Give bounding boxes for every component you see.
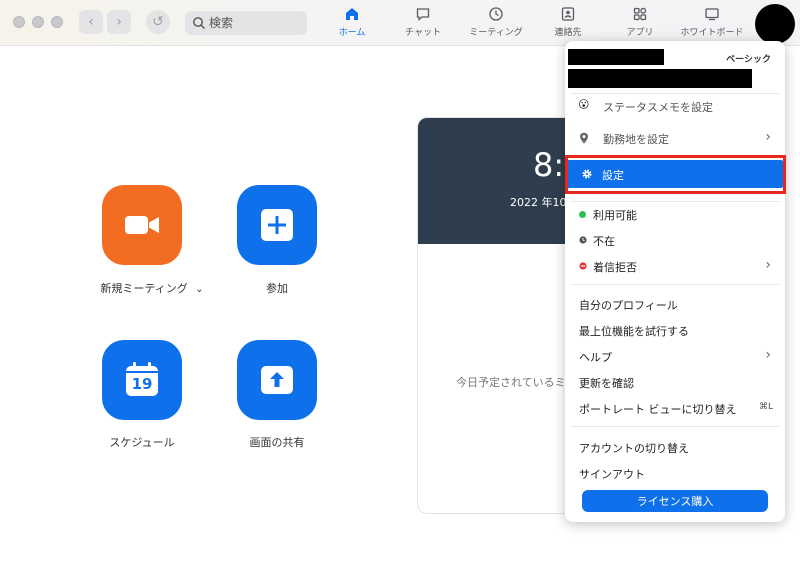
share-screen-icon	[261, 366, 293, 394]
chat-icon	[416, 8, 430, 21]
tab-home[interactable]: ホーム	[332, 6, 372, 42]
back-button[interactable]: ‹	[79, 10, 103, 34]
schedule-button[interactable]: 19	[102, 340, 182, 420]
current-time: 8:	[533, 146, 565, 184]
menu-label: サインアウト	[579, 468, 645, 481]
new-meeting-label[interactable]: 新規ミーティング ⌄	[96, 280, 208, 296]
menu-label: 更新を確認	[579, 377, 634, 390]
contacts-icon	[561, 7, 575, 21]
profile-menu: ベーシック 😮 ステータスメモを設定 勤務地を設定 › 設定 利用可能 不在 着…	[565, 41, 785, 522]
tab-label: アプリ	[626, 28, 654, 38]
tab-label: 連絡先	[554, 28, 582, 38]
zoom-window-button[interactable]	[51, 16, 63, 28]
menu-item-do-not-disturb[interactable]: 着信拒否 ›	[565, 253, 785, 279]
divider	[571, 426, 779, 427]
close-window-button[interactable]	[13, 16, 25, 28]
plus-icon	[261, 209, 293, 241]
share-screen-label: 画面の共有	[249, 436, 305, 449]
menu-item-away[interactable]: 不在	[565, 227, 785, 253]
menu-item-try-top-features[interactable]: 最上位機能を試行する	[565, 317, 785, 343]
menu-label: 不在	[593, 235, 615, 248]
redacted-name	[568, 49, 664, 65]
menu-item-help[interactable]: ヘルプ ›	[565, 343, 785, 369]
menu-item-portrait-view[interactable]: ポートレート ビューに切り替え ⌘L	[565, 395, 785, 421]
tab-chat[interactable]: チャット	[402, 6, 444, 42]
tab-whiteboard[interactable]: ホワイトボード	[676, 6, 748, 42]
menu-label: ステータスメモを設定	[603, 101, 713, 114]
toolbar: ‹ › ↺ ホーム チャット ミーティン	[0, 0, 800, 46]
divider	[571, 284, 779, 285]
home-icon	[346, 8, 358, 20]
tab-label: ホーム	[338, 28, 366, 38]
menu-label: 着信拒否	[593, 261, 637, 274]
no-meetings-text: 今日予定されているミ	[456, 376, 566, 389]
whiteboard-icon	[705, 8, 719, 21]
menu-item-check-updates[interactable]: 更新を確認	[565, 369, 785, 395]
forward-button[interactable]: ›	[107, 10, 131, 34]
keyboard-shortcut: ⌘L	[758, 402, 773, 412]
plan-label: ベーシック	[726, 55, 771, 65]
minimize-window-button[interactable]	[32, 16, 44, 28]
menu-item-available[interactable]: 利用可能	[565, 201, 785, 227]
chevron-right-icon: ›	[765, 129, 771, 145]
menu-item-work-location[interactable]: 勤務地を設定 ›	[565, 125, 785, 151]
tab-meetings[interactable]: ミーティング	[466, 6, 526, 42]
tab-label: ホワイトボード	[680, 28, 744, 38]
menu-label: 最上位機能を試行する	[579, 325, 689, 338]
join-label: 参加	[266, 282, 288, 295]
chevron-right-icon: ›	[765, 257, 771, 273]
zoom-window: ‹ › ↺ ホーム チャット ミーティン	[0, 0, 800, 588]
menu-label: ポートレート ビューに切り替え	[579, 403, 737, 416]
tab-label: チャット	[405, 28, 441, 38]
menu-label: アカウントの切り替え	[579, 442, 689, 455]
redacted-email	[568, 69, 752, 88]
menu-item-status-memo[interactable]: 😮 ステータスメモを設定	[565, 93, 785, 119]
search-box[interactable]	[185, 11, 307, 35]
settings-highlight-box	[565, 155, 786, 194]
tab-contacts[interactable]: 連絡先	[548, 6, 588, 42]
calendar-day: 19	[131, 375, 153, 393]
new-meeting-text: 新規ミーティング	[100, 282, 188, 295]
tab-apps[interactable]: アプリ	[622, 6, 658, 42]
history-button[interactable]: ↺	[146, 10, 170, 34]
new-meeting-button[interactable]	[102, 185, 182, 265]
chevron-right-icon: ›	[765, 347, 771, 363]
search-icon	[193, 17, 205, 29]
tab-label: ミーティング	[469, 28, 523, 38]
location-pin-icon	[580, 132, 588, 144]
current-date: 2022 年10	[510, 196, 567, 209]
apps-icon	[633, 7, 647, 21]
schedule-label: スケジュール	[109, 436, 175, 449]
join-button[interactable]	[237, 185, 317, 265]
emoji-icon: 😮	[578, 98, 590, 111]
menu-label: ヘルプ	[579, 351, 612, 364]
chevron-down-icon[interactable]: ⌄	[195, 284, 203, 295]
menu-label: 自分のプロフィール	[579, 299, 678, 312]
menu-item-switch-account[interactable]: アカウントの切り替え	[565, 434, 785, 460]
menu-label: 勤務地を設定	[603, 133, 669, 146]
video-camera-icon	[125, 216, 159, 234]
menu-item-sign-out[interactable]: サインアウト	[565, 460, 785, 486]
do-not-disturb-icon	[579, 262, 587, 270]
buy-license-button[interactable]: ライセンス購入	[582, 490, 768, 512]
search-input[interactable]	[209, 14, 301, 32]
available-status-icon	[579, 211, 586, 218]
menu-item-my-profile[interactable]: 自分のプロフィール	[565, 291, 785, 317]
away-clock-icon	[579, 236, 587, 244]
avatar[interactable]	[755, 4, 795, 44]
share-screen-button[interactable]	[237, 340, 317, 420]
menu-label: 利用可能	[593, 209, 637, 222]
clock-icon	[489, 7, 503, 21]
